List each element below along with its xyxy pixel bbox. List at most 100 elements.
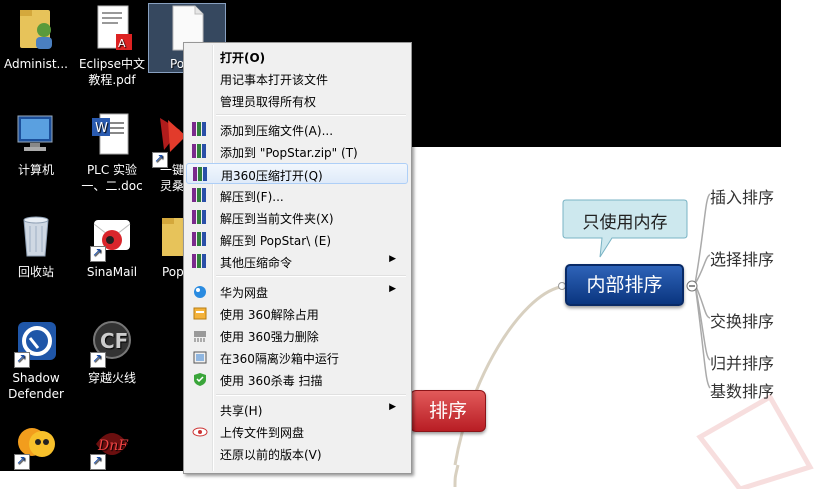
submenu-arrow-icon: ▶ xyxy=(389,254,396,264)
menu-item-extract-to[interactable]: 解压到(F)... xyxy=(186,185,408,206)
menu-item-restore-previous[interactable]: 还原以前的版本(V) xyxy=(186,443,408,464)
desktop-icon-game[interactable]: DnF xyxy=(74,420,150,472)
desktop-icon-chat[interactable] xyxy=(0,420,74,472)
menu-item-open-notepad[interactable]: 用记事本打开该文件 xyxy=(186,68,408,89)
desktop-icon-administrator[interactable]: Administ... xyxy=(0,4,74,72)
menu-item-label: 在360隔离沙箱中运行 xyxy=(220,352,339,366)
icon-label: 回收站 xyxy=(17,265,54,279)
menu-item-add-to-archive[interactable]: 添加到压缩文件(A)... xyxy=(186,119,408,140)
watermark-logo xyxy=(696,393,814,489)
upload-eye-icon xyxy=(192,424,208,439)
huawei-cloud-icon xyxy=(192,284,208,299)
menu-item-label: 打开(O) xyxy=(220,51,266,65)
shredder-icon xyxy=(192,328,208,343)
menu-item-label: 使用 360杀毒 扫描 xyxy=(220,374,323,388)
menu-item-360-unlock[interactable]: 使用 360解除占用 xyxy=(186,303,408,324)
menu-item-label: 添加到 "PopStar.zip" (T) xyxy=(220,146,358,160)
menu-item-label: 使用 360强力删除 xyxy=(220,330,319,344)
menu-separator xyxy=(216,114,406,116)
pdf-file-icon: A xyxy=(88,4,136,52)
winrar-icon xyxy=(192,188,208,203)
menu-item-add-to-zip[interactable]: 添加到 "PopStar.zip" (T) xyxy=(186,141,408,162)
winrar-icon xyxy=(192,210,208,225)
desktop-icon-sinamail[interactable]: SinaMail xyxy=(74,212,150,280)
menu-item-share[interactable]: 共享(H) ▶ xyxy=(186,399,408,420)
menu-item-open-with-360zip[interactable]: 用360压缩打开(Q) xyxy=(186,163,408,184)
desktop-icon-shadow-defender[interactable]: Shadow Defender xyxy=(0,318,74,402)
menu-item-take-ownership[interactable]: 管理员取得所有权 xyxy=(186,90,408,111)
menu-item-label: 添加到压缩文件(A)... xyxy=(220,124,334,138)
icon-label: PLC 实验 一、二.doc xyxy=(81,163,143,193)
menu-item-other-compress[interactable]: 其他压缩命令 ▶ xyxy=(186,251,408,272)
menu-item-label: 其他压缩命令 xyxy=(220,256,293,270)
desktop-icon-computer[interactable]: 计算机 xyxy=(0,110,74,178)
desktop-icon-crossfire[interactable]: CF 穿越火线 xyxy=(74,318,150,386)
sandbox-icon xyxy=(192,350,208,365)
mindmap-center-node[interactable]: 内部排序 xyxy=(565,264,684,306)
center-node-text: 内部排序 xyxy=(586,274,663,296)
shadow-defender-icon xyxy=(12,318,60,368)
menu-item-360-antivirus[interactable]: 使用 360杀毒 扫描 xyxy=(186,369,408,390)
shortcut-arrow-icon xyxy=(14,452,30,470)
mindmap-branch-select[interactable]: 选择排序 xyxy=(710,246,774,270)
mindmap-connector-root-down xyxy=(453,464,460,488)
sinamail-icon xyxy=(88,212,136,262)
desktop-icon-plc-doc[interactable]: W PLC 实验 一、二.doc xyxy=(74,110,150,194)
menu-item-huawei-disk[interactable]: 华为网盘 ▶ xyxy=(186,281,408,302)
menu-separator xyxy=(216,275,406,277)
icon-label: 计算机 xyxy=(17,163,54,177)
shortcut-arrow-icon xyxy=(90,452,106,470)
mindmap-branch-radix[interactable]: 基数排序 xyxy=(710,378,774,402)
menu-item-label: 管理员取得所有权 xyxy=(220,95,317,109)
winrar-icon xyxy=(192,122,208,137)
mindmap-callout[interactable]: 只使用内存 xyxy=(562,199,688,258)
menu-item-label: 解压到当前文件夹(X) xyxy=(220,212,334,226)
menu-item-open[interactable]: 打开(O) xyxy=(186,46,408,67)
desktop-strip xyxy=(0,471,183,489)
submenu-arrow-icon: ▶ xyxy=(389,284,396,294)
menu-item-label: 用记事本打开该文件 xyxy=(220,73,329,87)
menu-item-label: 使用 360解除占用 xyxy=(220,308,319,322)
shortcut-arrow-icon xyxy=(90,244,106,262)
game-icon: DnF xyxy=(88,420,136,470)
desktop-icon-eclipse-pdf[interactable]: A Eclipse中文 教程.pdf xyxy=(74,4,150,88)
mindmap-branch-insert[interactable]: 插入排序 xyxy=(710,184,774,208)
svg-text:A: A xyxy=(118,37,126,50)
callout-text: 只使用内存 xyxy=(582,213,668,233)
menu-item-label: 用360压缩打开(Q) xyxy=(221,169,323,183)
menu-item-360-force-delete[interactable]: 使用 360强力删除 xyxy=(186,325,408,346)
icon-label: 穿越火线 xyxy=(87,371,136,385)
mindmap-connector-root xyxy=(453,285,561,466)
crossfire-icon: CF xyxy=(88,318,136,368)
shortcut-arrow-icon xyxy=(90,350,106,368)
recycle-bin-icon xyxy=(12,212,60,260)
icon-label: Shadow Defender xyxy=(8,371,64,401)
submenu-arrow-icon: ▶ xyxy=(389,402,396,412)
chat-app-icon xyxy=(12,420,60,470)
menu-item-upload-netdisk[interactable]: 上传文件到网盘 xyxy=(186,421,408,442)
shield-icon xyxy=(192,372,208,387)
mindmap-branch-swap[interactable]: 交换排序 xyxy=(710,308,774,332)
user-folder-icon xyxy=(12,4,60,52)
mindmap-root-node[interactable]: 排序 xyxy=(410,390,486,432)
menu-separator xyxy=(216,394,406,396)
mindmap-connector-radix xyxy=(694,283,711,389)
winrar-icon xyxy=(192,254,208,269)
context-menu: 打开(O) 用记事本打开该文件 管理员取得所有权 添加到压缩文件(A)... 添… xyxy=(183,42,412,474)
svg-text:W: W xyxy=(95,121,108,136)
winrar-icon xyxy=(192,144,208,159)
winrar-icon xyxy=(192,232,208,247)
root-node-text: 排序 xyxy=(428,400,467,422)
menu-item-label: 共享(H) xyxy=(220,404,263,418)
mindmap-branch-merge[interactable]: 归并排序 xyxy=(710,350,774,374)
menu-item-label: 还原以前的版本(V) xyxy=(220,448,322,462)
desktop-icon-recycle-bin[interactable]: 回收站 xyxy=(0,212,74,280)
icon-label: Administ... xyxy=(4,57,68,71)
menu-item-extract-to-folder[interactable]: 解压到 PopStar\ (E) xyxy=(186,229,408,250)
menu-item-label: 解压到 PopStar\ (E) xyxy=(220,234,331,248)
menu-item-360-sandbox[interactable]: 在360隔离沙箱中运行 xyxy=(186,347,408,368)
unlock-icon xyxy=(192,306,208,321)
menu-item-label: 上传文件到网盘 xyxy=(220,426,305,440)
menu-item-extract-here[interactable]: 解压到当前文件夹(X) xyxy=(186,207,408,228)
menu-item-label: 华为网盘 xyxy=(220,286,269,300)
